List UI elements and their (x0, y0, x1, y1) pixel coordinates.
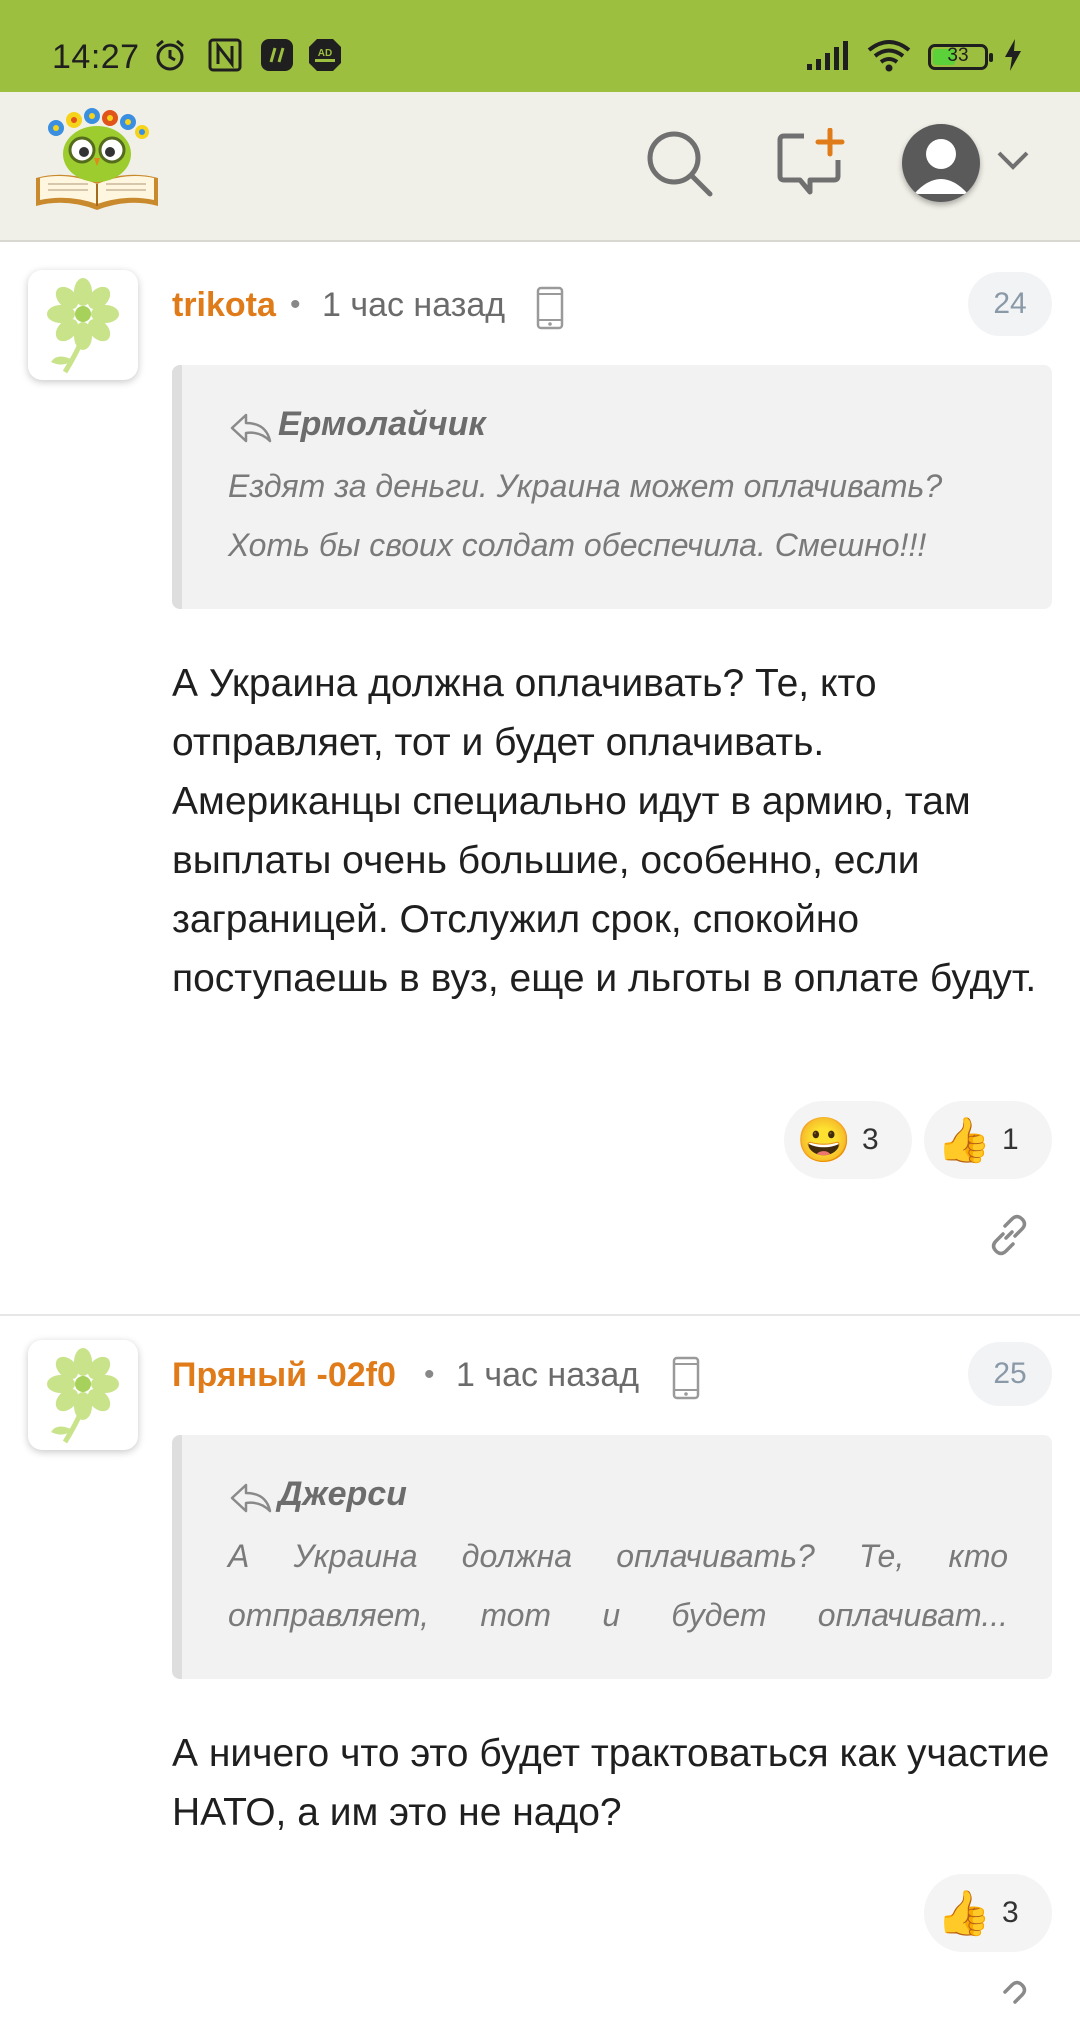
battery-level: 33 (947, 45, 969, 66)
quoted-text-line-2: Хоть бы своих солдат обеспечила. Смешно!… (228, 527, 927, 563)
nfc-icon (208, 38, 242, 72)
commenter-avatar[interactable] (28, 270, 138, 380)
adblocker-label: AD (318, 48, 332, 59)
comment-author[interactable]: trikota (172, 286, 276, 325)
app-icon (261, 39, 293, 71)
owl-book-logo[interactable] (34, 108, 160, 212)
user-avatar-icon[interactable] (902, 124, 980, 202)
separator-dot: • (290, 288, 301, 321)
comment-author[interactable]: Пряный -02f0 (172, 1356, 396, 1395)
comment-time: 1 час назад (456, 1356, 640, 1394)
grin-emoji-icon: 😀 (796, 1116, 852, 1165)
wifi-icon (867, 40, 911, 72)
reply-arrow-icon (230, 1483, 272, 1513)
quoted-text-line-2: отправляет, тот и будет оплачиват... (228, 1597, 1008, 1633)
comment-divider (0, 1314, 1080, 1316)
reaction-thumbs-up[interactable]: 👍 3 (924, 1874, 1052, 1952)
thumbs-up-emoji-icon: 👍 (936, 1116, 992, 1165)
search-icon[interactable] (644, 128, 714, 198)
quoted-author: Джерси (278, 1475, 407, 1513)
reaction-count: 3 (1002, 1896, 1019, 1929)
reaction-thumbs-up[interactable]: 👍 1 (924, 1101, 1052, 1179)
quoted-author: Ермолайчик (278, 405, 486, 443)
separator-dot: • (424, 1358, 435, 1391)
comment-number-badge[interactable]: 24 (968, 272, 1052, 336)
adblocker-icon: AD (309, 39, 341, 71)
chevron-down-icon[interactable] (996, 148, 1030, 172)
quoted-text-line-1: А Украина должна оплачивать? Те, кто (228, 1538, 1008, 1574)
quoted-comment[interactable]: Джерси А Украина должна оплачивать? Те, … (172, 1435, 1052, 1679)
reply-arrow-icon (230, 413, 272, 443)
reaction-grin[interactable]: 😀 3 (784, 1101, 912, 1179)
quoted-comment[interactable]: Ермолайчик Ездят за деньги. Украина може… (172, 365, 1052, 609)
thumbs-up-emoji-icon: 👍 (936, 1889, 992, 1938)
flower-icon (47, 1348, 119, 1444)
quoted-text-line-1: Ездят за деньги. Украина может оплачиват… (228, 468, 943, 504)
link-icon[interactable] (986, 1212, 1032, 1258)
comment-time: 1 час назад (322, 286, 506, 324)
status-time: 14:27 (52, 38, 140, 76)
commenter-avatar[interactable] (28, 1340, 138, 1450)
link-icon[interactable] (986, 1978, 1032, 2024)
comment-text: А ничего что это будет трактоваться как … (172, 1732, 1050, 1834)
reaction-count: 3 (862, 1123, 879, 1156)
comment-text: А Украина должна оплачивать? Те, кто отп… (172, 662, 1037, 1000)
comment-number-badge[interactable]: 25 (968, 1342, 1052, 1406)
flower-icon (47, 278, 119, 374)
mobile-device-icon (536, 286, 564, 330)
alarm-icon (156, 39, 184, 71)
signal-icon (807, 41, 848, 70)
reaction-count: 1 (1002, 1123, 1019, 1156)
mobile-device-icon (672, 1356, 700, 1400)
charging-icon (1005, 39, 1021, 71)
battery-icon: 33 (928, 44, 993, 70)
status-bar: 14:27 AD 33 (0, 0, 1080, 92)
new-comment-icon[interactable] (776, 128, 846, 198)
